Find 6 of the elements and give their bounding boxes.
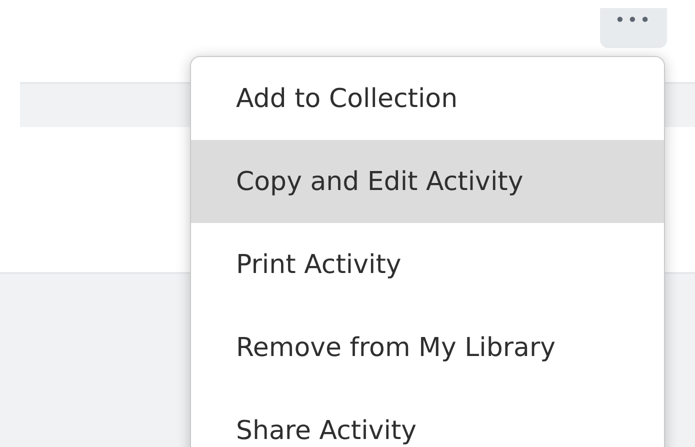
menu-item[interactable]: Remove from My Library [191,306,664,389]
menu-item[interactable]: Add to Collection [191,57,664,140]
menu-item[interactable]: Print Activity [191,223,664,306]
menu-item[interactable]: Share Activity [191,389,664,447]
more-button[interactable]: ••• [600,8,667,48]
menu-item[interactable]: Copy and Edit Activity [191,140,664,223]
